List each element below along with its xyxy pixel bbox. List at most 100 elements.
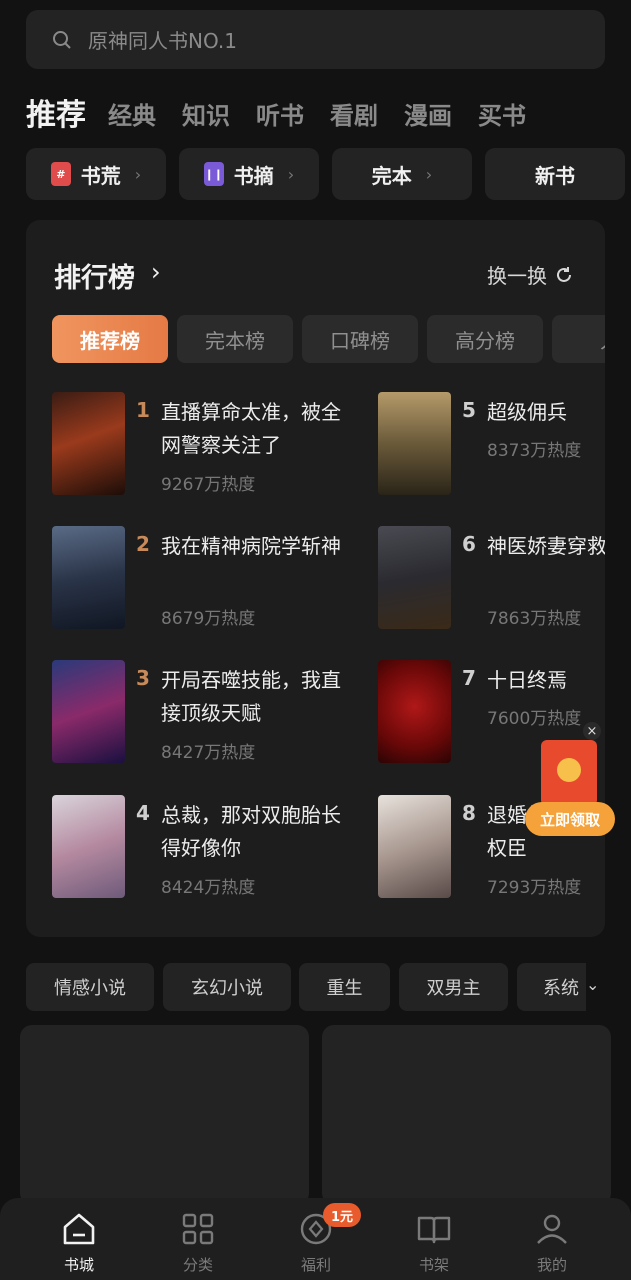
content-card[interactable]: [322, 1025, 611, 1205]
chip-label: 书摘: [233, 163, 274, 188]
quote-icon: ❙❙: [203, 162, 224, 186]
tab-knowledge[interactable]: 知识: [182, 96, 230, 136]
book-title: 十日终焉: [487, 668, 567, 692]
book-cover: [52, 795, 125, 898]
tab-recommend[interactable]: 推荐: [26, 96, 86, 136]
search-bar[interactable]: 原神同人书NO.1: [26, 10, 605, 69]
refresh-button[interactable]: 换一换: [487, 260, 573, 289]
nav-label: 分类: [182, 1256, 213, 1274]
nav-profile[interactable]: 我的: [512, 1210, 592, 1280]
book-cover: [52, 526, 125, 629]
rank-number: 7: [462, 666, 476, 690]
rank-number: 2: [136, 532, 150, 556]
book-cover: [52, 660, 125, 763]
search-placeholder: 原神同人书NO.1: [88, 29, 237, 53]
book-cover: [378, 392, 451, 495]
tab-audiobook[interactable]: 听书: [256, 96, 304, 136]
book-heat: 8427万热度: [161, 743, 256, 763]
nav-label: 书架: [418, 1256, 449, 1274]
book-item[interactable]: 3 开局吞噬技能，我直接顶级天赋 8427万热度: [52, 660, 352, 770]
chevron-down-icon[interactable]: ⌄: [586, 975, 599, 994]
category-bl[interactable]: 双男主: [399, 963, 508, 1011]
nav-bookstore[interactable]: 书城: [39, 1210, 119, 1280]
home-icon: [63, 1213, 95, 1245]
category-romance[interactable]: 情感小说: [26, 963, 154, 1011]
rank-number: 1: [136, 398, 150, 422]
tab-drama[interactable]: 看剧: [330, 96, 378, 136]
category-fantasy[interactable]: 玄幻小说: [163, 963, 291, 1011]
close-icon[interactable]: ×: [583, 722, 601, 740]
grid-icon: [182, 1213, 214, 1245]
nav-categories[interactable]: 分类: [158, 1210, 238, 1280]
book-cover: [378, 526, 451, 629]
book-item[interactable]: 6 神医娇妻穿救了满门忠 7863万热度: [378, 526, 605, 636]
rank-number: 6: [462, 532, 476, 556]
red-packet-promo[interactable]: × 立即领取: [521, 720, 631, 840]
rank-number: 4: [136, 801, 150, 825]
book-heat: 8373万热度: [487, 441, 582, 461]
book-cover: [52, 392, 125, 495]
welfare-badge: 1元: [323, 1203, 362, 1227]
red-envelope-icon: [541, 740, 597, 806]
book-title: 直播算命太准，被全网警察关注了: [161, 400, 341, 457]
ranking-panel: 排行榜 › 换一换 推荐榜 完本榜 口碑榜 高分榜 人 1 直播算命太准，被全网…: [26, 220, 605, 937]
refresh-icon: [557, 266, 571, 282]
chip-label: 书荒: [80, 163, 121, 188]
book-heat: 8424万热度: [161, 878, 256, 898]
book-item[interactable]: 2 我在精神病院学斩神 8679万热度: [52, 526, 352, 636]
tab-comics[interactable]: 漫画: [404, 96, 452, 136]
book-heat: 7293万热度: [487, 878, 582, 898]
chevron-right-icon[interactable]: ›: [151, 258, 161, 286]
claim-now-button[interactable]: 立即领取: [525, 802, 615, 836]
bottom-nav: 书城 分类 福利 书架 我的: [0, 1198, 631, 1280]
book-icon: [417, 1216, 451, 1244]
rank-tab-completed[interactable]: 完本榜: [177, 315, 293, 363]
book-title: 总裁，那对双胞胎长得好像你: [161, 803, 341, 860]
category-chips: 情感小说 玄幻小说 重生 双男主 系统: [26, 963, 586, 1011]
chip-excerpts[interactable]: ❙❙ 书摘 ›: [179, 148, 319, 200]
rank-number: 8: [462, 801, 476, 825]
rank-tab-reputation[interactable]: 口碑榜: [302, 315, 418, 363]
tab-classic[interactable]: 经典: [108, 96, 156, 136]
chip-completed[interactable]: 完本 ›: [332, 148, 472, 200]
book-title: 神医娇妻穿救了满门忠: [487, 534, 605, 558]
chevron-right-icon: ›: [425, 164, 433, 184]
user-icon: [537, 1214, 567, 1244]
nav-bookshelf[interactable]: 书架: [394, 1210, 474, 1280]
nav-label: 我的: [536, 1256, 567, 1274]
nav-label: 书城: [63, 1256, 94, 1274]
hash-icon: #: [50, 162, 71, 186]
content-card[interactable]: [20, 1025, 309, 1205]
book-item[interactable]: 1 直播算命太准，被全网警察关注了 9267万热度: [52, 392, 352, 502]
chip-new-books[interactable]: 新书: [485, 148, 625, 200]
book-cover: [378, 660, 451, 763]
rank-tab-recommend[interactable]: 推荐榜: [52, 315, 168, 363]
rank-tab-popular[interactable]: 人: [552, 315, 605, 363]
book-title: 超级佣兵: [487, 400, 567, 424]
book-cover: [378, 795, 451, 898]
book-title: 开局吞噬技能，我直接顶级天赋: [161, 668, 341, 725]
top-tabs: 推荐 经典 知识 听书 看剧 漫画 买书: [26, 86, 552, 136]
category-rebirth[interactable]: 重生: [299, 963, 390, 1011]
chevron-right-icon: ›: [287, 164, 295, 184]
ranking-tabs: 推荐榜 完本榜 口碑榜 高分榜 人: [52, 315, 605, 365]
rank-tab-high-score[interactable]: 高分榜: [427, 315, 543, 363]
search-icon: [53, 30, 71, 49]
tab-buy-books[interactable]: 买书: [478, 96, 526, 136]
book-heat: 7863万热度: [487, 609, 582, 629]
rank-number: 3: [136, 666, 150, 690]
chip-label: 新书: [535, 163, 575, 188]
ranking-title[interactable]: 排行榜: [54, 256, 135, 295]
chip-label: 完本: [371, 163, 412, 188]
refresh-label: 换一换: [487, 264, 547, 288]
chevron-right-icon: ›: [134, 164, 142, 184]
book-item[interactable]: 5 超级佣兵 8373万热度: [378, 392, 605, 502]
book-title: 我在精神病院学斩神: [161, 534, 341, 558]
book-heat: 8679万热度: [161, 609, 256, 629]
quick-chips: # 书荒 › ❙❙ 书摘 › 完本 › 新书: [26, 148, 631, 200]
chip-book-shortage[interactable]: # 书荒 ›: [26, 148, 166, 200]
rank-number: 5: [462, 398, 476, 422]
category-system[interactable]: 系统: [517, 963, 586, 1011]
nav-label: 福利: [300, 1256, 331, 1274]
book-item[interactable]: 4 总裁，那对双胞胎长得好像你 8424万热度: [52, 795, 352, 905]
